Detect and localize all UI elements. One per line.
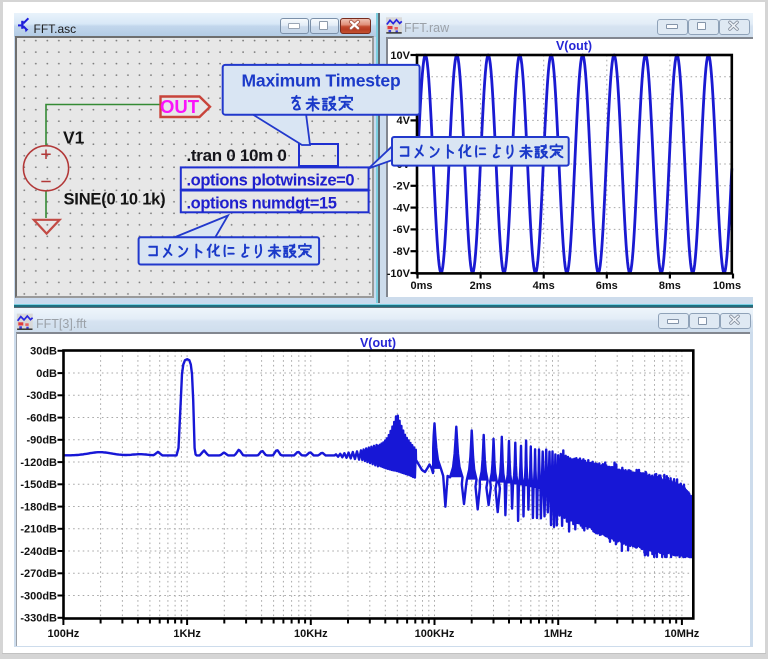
svg-text:.options plotwinsize=0: .options plotwinsize=0 — [187, 171, 355, 189]
svg-text:-8V: -8V — [393, 246, 411, 258]
svg-text:-2V: -2V — [393, 181, 411, 193]
svg-text:.tran 0 10m 0: .tran 0 10m 0 — [187, 146, 287, 165]
svg-text:-240dB: -240dB — [20, 546, 57, 558]
svg-text:0ms: 0ms — [410, 280, 432, 292]
svg-text:.options numdgt=15: .options numdgt=15 — [187, 194, 337, 212]
svg-text:100KHz: 100KHz — [415, 628, 455, 640]
svg-text:-270dB: -270dB — [20, 568, 57, 580]
svg-text:10V: 10V — [390, 50, 410, 62]
svg-text:V1: V1 — [63, 128, 85, 148]
svg-text:-180dB: -180dB — [20, 501, 57, 513]
svg-text:-6V: -6V — [393, 224, 411, 236]
svg-text:Maximum Timestep: Maximum Timestep — [242, 71, 401, 91]
svg-text:-30dB: -30dB — [26, 390, 57, 402]
svg-text:30dB: 30dB — [30, 346, 57, 358]
svg-text:-60dB: -60dB — [26, 412, 57, 424]
svg-text:OUT: OUT — [160, 96, 200, 117]
svg-text:V(out): V(out) — [360, 336, 396, 350]
svg-text:0dB: 0dB — [36, 368, 57, 380]
svg-text:-300dB: -300dB — [20, 590, 57, 602]
svg-text:2ms: 2ms — [470, 280, 492, 292]
svg-text:10ms: 10ms — [713, 280, 741, 292]
svg-text:SINE(0 10 1k): SINE(0 10 1k) — [64, 191, 166, 209]
svg-text:4V: 4V — [397, 115, 411, 127]
svg-text:4ms: 4ms — [533, 280, 555, 292]
svg-text:1KHz: 1KHz — [173, 628, 201, 640]
svg-text:1MHz: 1MHz — [544, 628, 573, 640]
svg-text:-4V: -4V — [393, 202, 411, 214]
svg-text:V(out): V(out) — [556, 39, 592, 53]
svg-text:10MHz: 10MHz — [664, 628, 699, 640]
svg-text:100Hz: 100Hz — [48, 628, 80, 640]
svg-text:-330dB: -330dB — [20, 613, 57, 625]
svg-text:-150dB: -150dB — [20, 479, 57, 491]
svg-text:10KHz: 10KHz — [294, 628, 328, 640]
svg-text:-90dB: -90dB — [26, 435, 57, 447]
svg-text:8ms: 8ms — [659, 280, 681, 292]
svg-text:-10V: -10V — [387, 268, 411, 280]
svg-text:6ms: 6ms — [596, 280, 618, 292]
svg-text:-120dB: -120dB — [20, 457, 57, 469]
svg-text:-210dB: -210dB — [20, 524, 57, 536]
